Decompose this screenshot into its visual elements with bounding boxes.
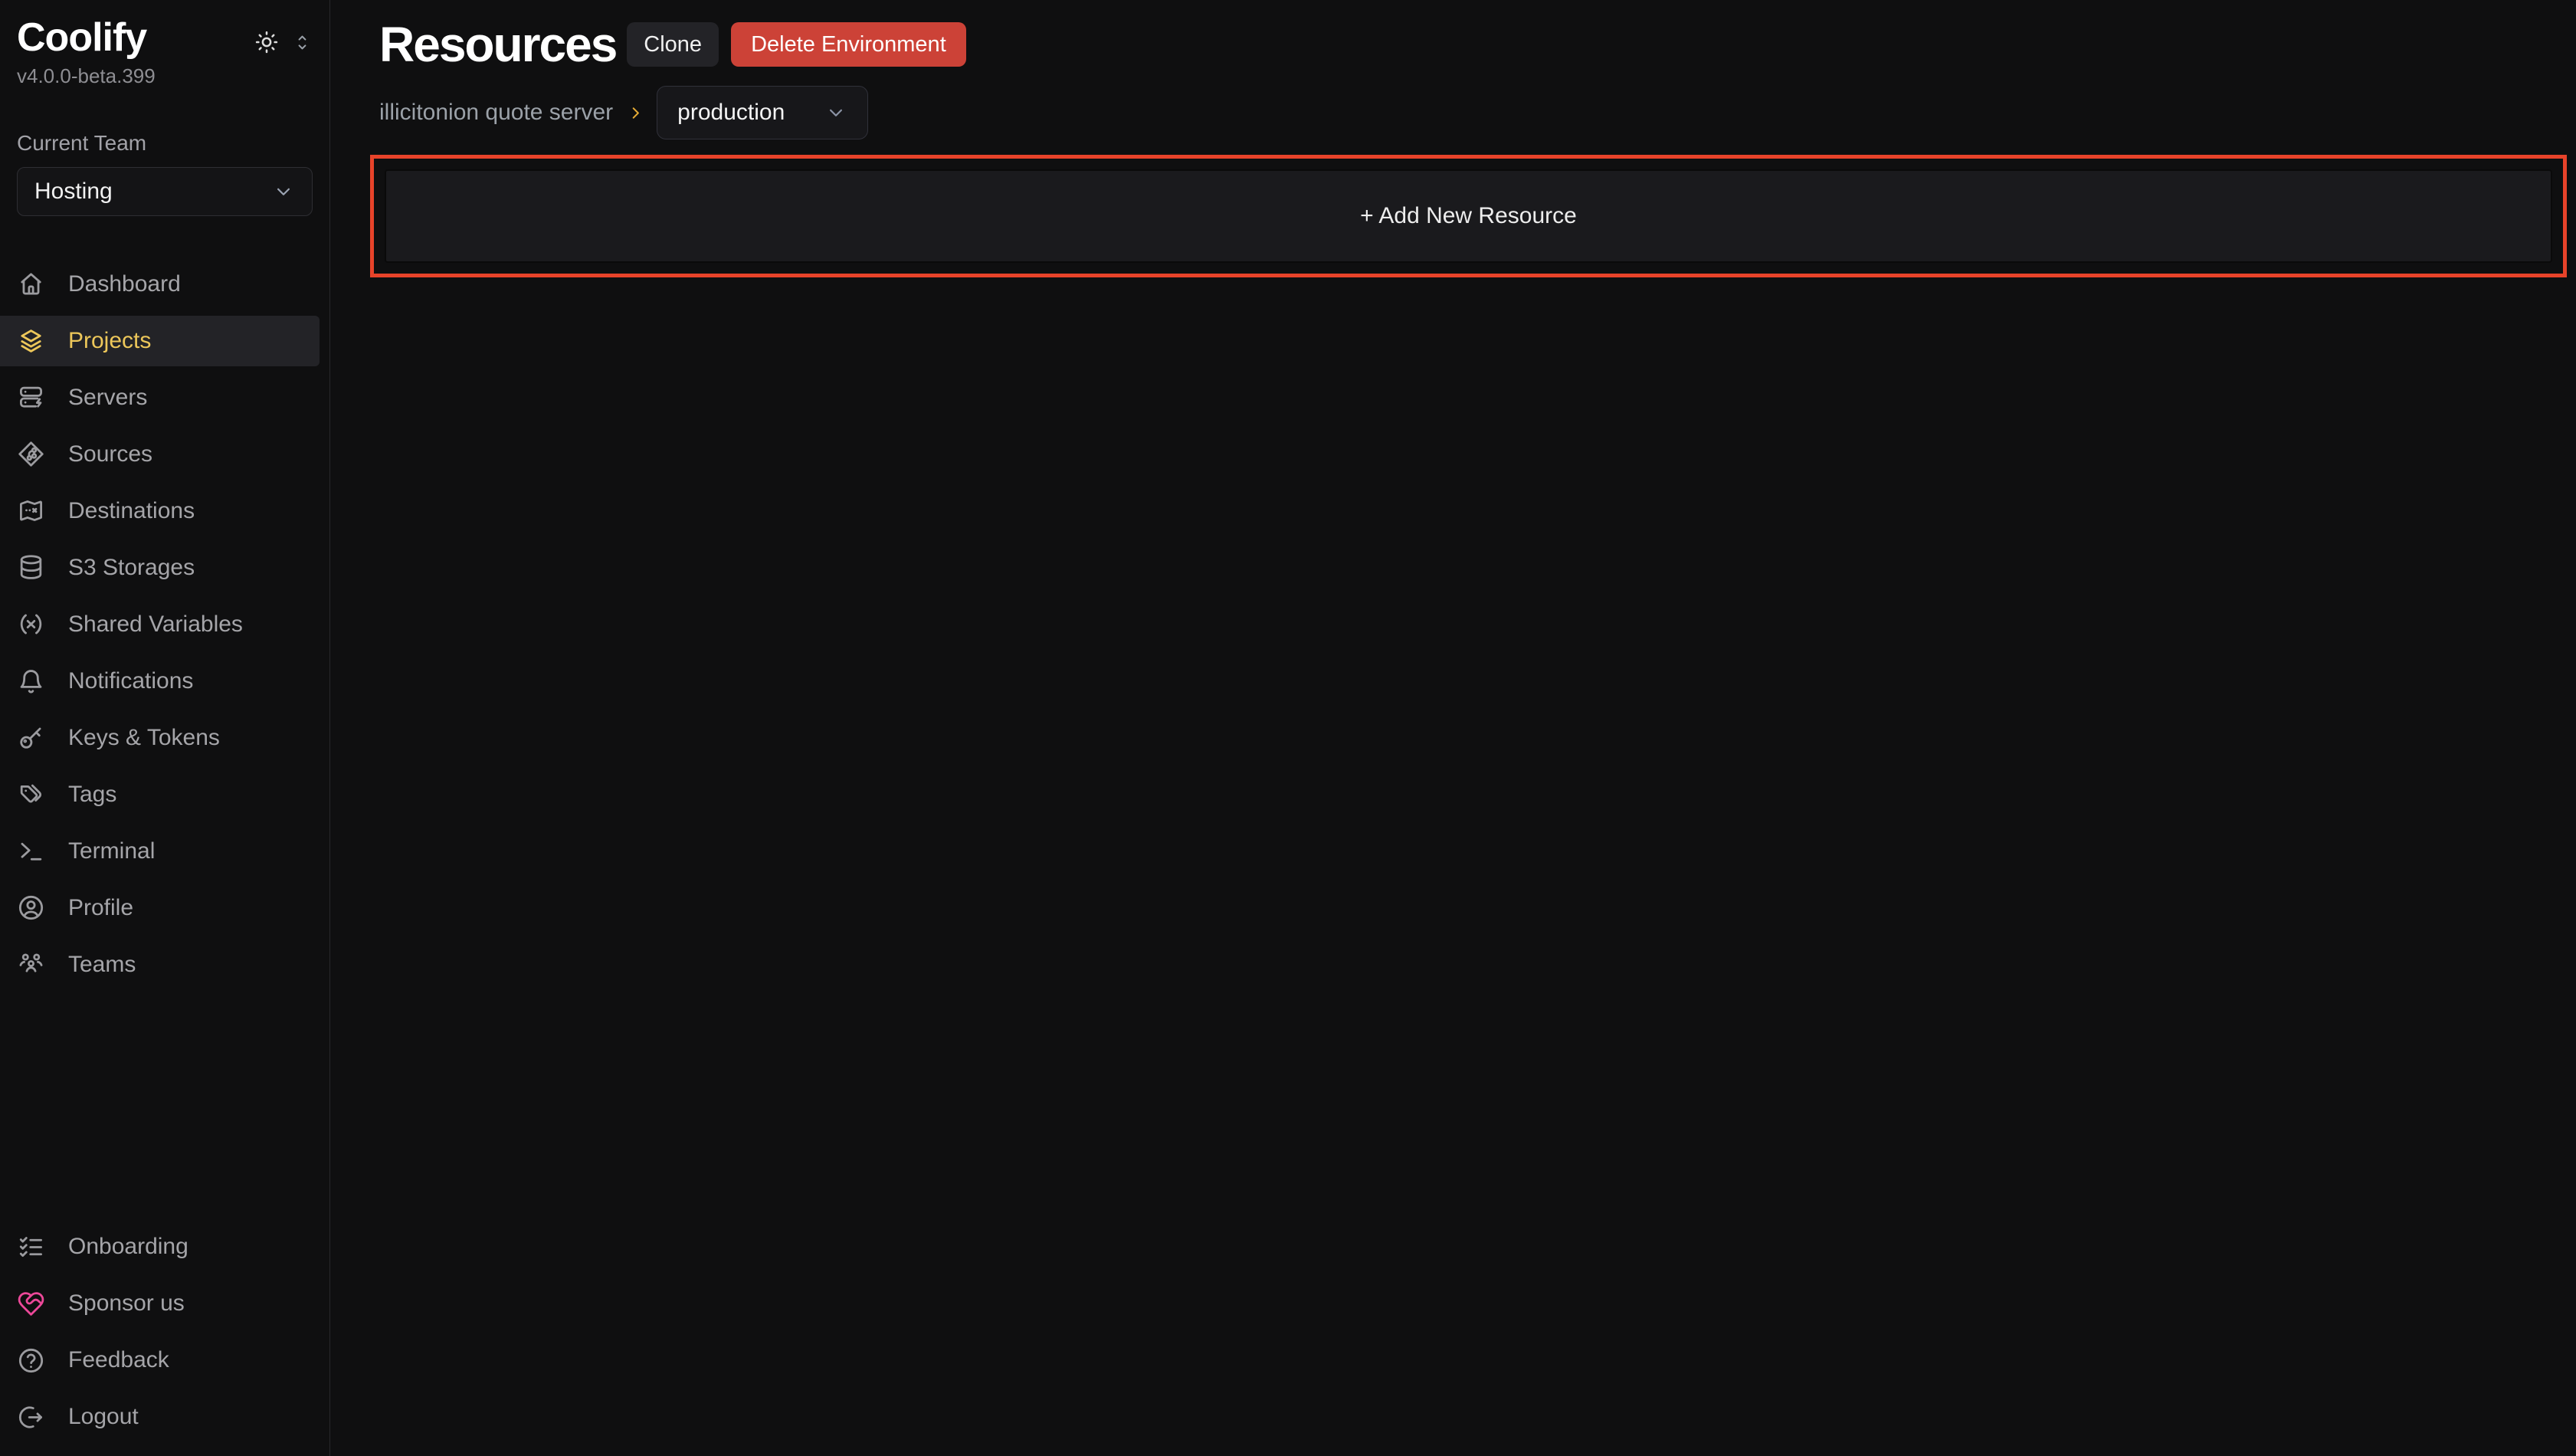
git-diamond-icon [17,440,45,468]
sidebar-item-label: Notifications [68,668,193,694]
sidebar-item-feedback[interactable]: Feedback [0,1335,320,1385]
sidebar-item-label: Shared Variables [68,612,243,638]
home-icon [17,270,45,298]
sidebar-item-label: S3 Storages [68,555,195,581]
chevron-down-icon [272,180,295,203]
sidebar-item-label: Keys & Tokens [68,725,220,751]
app-logo: Coolify [17,17,146,59]
delete-environment-button[interactable]: Delete Environment [731,22,966,67]
sidebar-item-label: Teams [68,952,136,978]
sidebar-nav: Dashboard Projects Servers [0,259,329,996]
team-select[interactable]: Hosting [17,167,313,216]
sidebar-item-dashboard[interactable]: Dashboard [0,259,320,310]
sidebar-item-onboarding[interactable]: Onboarding [0,1222,320,1272]
layers-icon [17,326,45,355]
heart-hands-icon [17,1290,45,1318]
chevron-right-icon [625,103,646,123]
sidebar-item-shared-variables[interactable]: Shared Variables [0,599,320,650]
users-group-icon [17,950,45,979]
page-header: Resources Clone Delete Environment [379,20,2567,69]
sidebar-item-servers[interactable]: Servers [0,372,320,423]
chevron-down-icon [824,101,847,124]
tags-icon [17,780,45,808]
sidebar-item-label: Projects [68,328,151,354]
sidebar-item-label: Feedback [68,1347,169,1373]
user-circle-icon [17,894,45,922]
sidebar-item-label: Tags [68,782,116,808]
clone-button[interactable]: Clone [627,22,719,67]
sidebar-item-logout[interactable]: Logout [0,1392,320,1442]
sidebar: Coolify v4.0.0-beta.399 Current Team [0,0,330,1456]
variable-icon [17,610,45,638]
sidebar-item-label: Onboarding [68,1234,188,1260]
map-icon [17,497,45,525]
current-team-label: Current Team [0,131,329,156]
add-new-resource-button[interactable]: + Add New Resource [385,169,2552,263]
unfold-vertical-icon[interactable] [292,32,313,53]
bell-icon [17,667,45,695]
sidebar-item-tags[interactable]: Tags [0,769,320,820]
sidebar-item-keys-tokens[interactable]: Keys & Tokens [0,713,320,763]
sidebar-item-label: Logout [68,1404,139,1430]
sidebar-item-label: Terminal [68,838,155,864]
sidebar-item-label: Dashboard [68,271,181,297]
database-icon [17,553,45,582]
sidebar-item-label: Profile [68,895,133,921]
server-bolt-icon [17,383,45,412]
breadcrumb-project-link[interactable]: illicitonion quote server [379,100,613,126]
sidebar-header: Coolify [0,17,329,59]
sidebar-item-notifications[interactable]: Notifications [0,656,320,707]
environment-select[interactable]: production [657,86,868,139]
sidebar-item-destinations[interactable]: Destinations [0,486,320,536]
key-icon [17,723,45,752]
sidebar-footer-nav: Onboarding Sponsor us Feedback [0,1222,329,1448]
breadcrumb: illicitonion quote server production [379,86,2567,139]
theme-controls [254,29,313,55]
sidebar-item-label: Sources [68,441,152,467]
logout-icon [17,1403,45,1431]
sidebar-item-s3-storages[interactable]: S3 Storages [0,543,320,593]
sidebar-item-sources[interactable]: Sources [0,429,320,480]
sidebar-item-label: Servers [68,385,147,411]
page-title: Resources [379,20,616,69]
sidebar-item-profile[interactable]: Profile [0,883,320,933]
theme-sun-icon[interactable] [254,29,280,55]
sidebar-item-teams[interactable]: Teams [0,940,320,990]
team-select-value: Hosting [34,179,113,205]
sidebar-item-label: Sponsor us [68,1290,185,1317]
sidebar-item-terminal[interactable]: Terminal [0,826,320,877]
list-checks-icon [17,1233,45,1261]
terminal-icon [17,837,45,865]
annotation-highlight-box: + Add New Resource [370,155,2567,277]
sidebar-item-sponsor-us[interactable]: Sponsor us [0,1278,320,1329]
environment-select-value: production [677,100,785,126]
app-version: v4.0.0-beta.399 [0,64,329,88]
sidebar-item-projects[interactable]: Projects [0,316,320,366]
coolify-app: Coolify v4.0.0-beta.399 Current Team [0,0,2576,1456]
main-content: Resources Clone Delete Environment illic… [330,0,2576,1456]
sidebar-item-label: Destinations [68,498,195,524]
help-circle-icon [17,1346,45,1375]
